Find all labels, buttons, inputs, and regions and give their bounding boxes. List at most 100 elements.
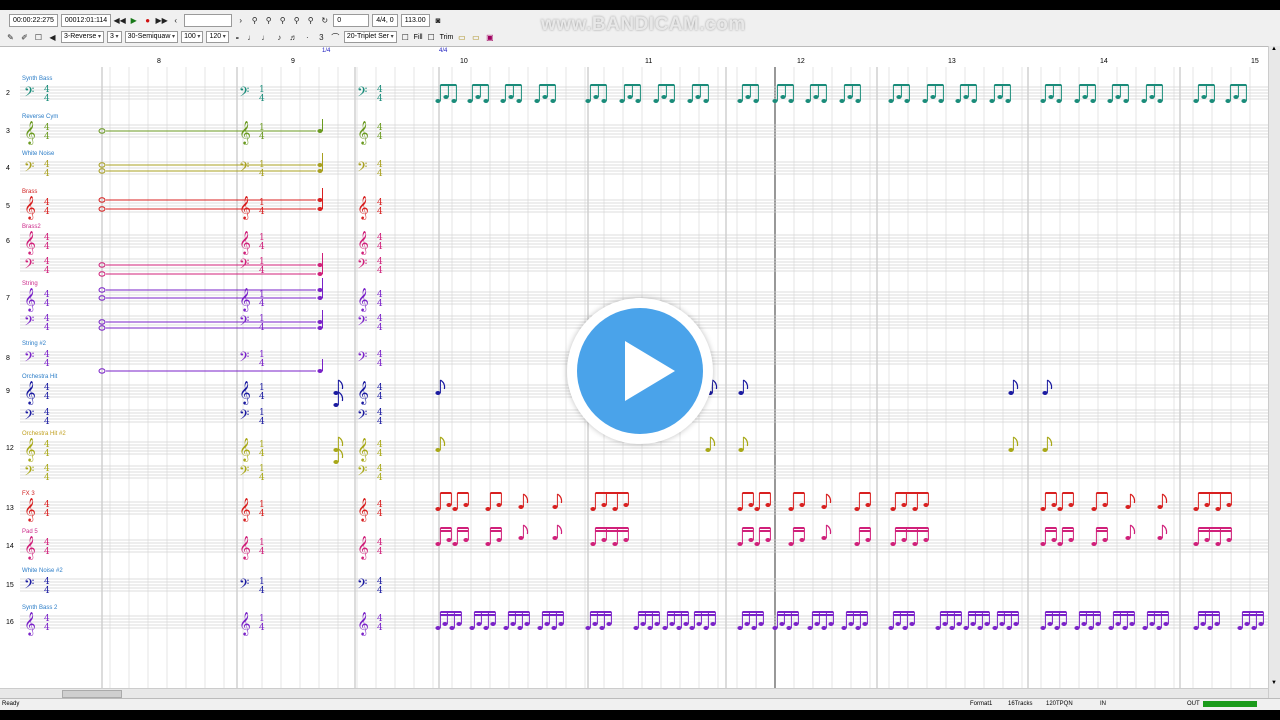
eraser-icon[interactable]: ✐ (19, 32, 30, 43)
tool-icon-5[interactable]: ⚲ (305, 15, 316, 26)
note-head (1040, 507, 1046, 511)
tempo-display[interactable]: 113.00 (400, 13, 430, 27)
note-head (451, 99, 457, 103)
note-head (1005, 99, 1011, 103)
scroll-right-icon[interactable]: › (235, 15, 246, 26)
tool-icon-2[interactable]: ⚲ (263, 15, 274, 26)
time-signature-bottom: 4 (377, 449, 383, 459)
camera-icon[interactable]: ◙ (433, 15, 444, 26)
scroll-up-icon[interactable]: ▲ (1271, 46, 1277, 52)
note-head (1107, 99, 1113, 103)
bass-clef-icon: 𝄢 (357, 349, 367, 368)
status-out: OUT (1187, 701, 1200, 707)
treble-clef-icon: 𝄞 (24, 230, 36, 255)
pencil-icon[interactable]: ✎ (5, 32, 16, 43)
note-head (984, 622, 990, 626)
note-head (942, 622, 948, 626)
vertical-scrollbar[interactable]: ▲ ▼ (1268, 46, 1280, 698)
position-slider[interactable] (184, 13, 233, 27)
time-display[interactable]: 00:00:22:275 (9, 13, 58, 27)
tool-icon-3[interactable]: ⚲ (277, 15, 288, 26)
note-head (687, 99, 693, 103)
track-input[interactable]: 0 (333, 13, 370, 27)
play-icon[interactable]: ▶ (128, 15, 139, 26)
note-head (977, 626, 983, 630)
quarter-note-icon[interactable]: ♩ (260, 32, 271, 43)
note-head (317, 198, 323, 202)
bass-clef-icon: 𝄢 (357, 313, 367, 332)
note-head (1241, 99, 1247, 103)
view-icon-1[interactable]: ▭ (456, 32, 467, 43)
note-head (839, 99, 845, 103)
velocity-select[interactable]: 100 (181, 31, 204, 43)
track-number-label: 3 (6, 128, 10, 135)
note-head (745, 95, 751, 99)
bass-clef-icon: 𝄢 (357, 463, 367, 482)
sixteenth-note-icon[interactable]: ♬ (288, 32, 299, 43)
fill-checkbox-icon[interactable]: ☐ (400, 32, 411, 43)
eighth-note-icon[interactable]: ♪ (274, 32, 285, 43)
note-head (705, 448, 711, 452)
triplet-icon[interactable]: 3 (316, 32, 327, 43)
note-head (1006, 626, 1012, 630)
note-head (1102, 538, 1108, 542)
select-icon[interactable]: ☐ (33, 32, 44, 43)
note-head (669, 99, 675, 103)
tool-icon-1[interactable]: ⚲ (249, 15, 260, 26)
treble-clef-icon: 𝄞 (239, 120, 251, 145)
fast-forward-icon[interactable]: ▶▶ (156, 15, 168, 26)
loop-icon[interactable]: ↻ (319, 15, 330, 26)
note-head (1047, 622, 1053, 626)
view-icon-2[interactable]: ▭ (470, 32, 481, 43)
note-head (1095, 622, 1101, 626)
view-icon-3[interactable]: ▣ (484, 32, 495, 43)
note-head (1008, 391, 1014, 395)
note-head (754, 542, 760, 546)
speaker-icon[interactable]: ◀ (47, 32, 58, 43)
bar-number: 11 (645, 58, 653, 65)
tool-icon-4[interactable]: ⚲ (291, 15, 302, 26)
note-head (737, 507, 743, 511)
note-head (612, 507, 618, 511)
scroll-left-icon[interactable]: ‹ (170, 15, 181, 26)
triplet-select[interactable]: 20-Triplet Ser (343, 31, 397, 43)
meter-display[interactable]: 4/4, 0 (372, 13, 398, 27)
note-flag (1162, 524, 1168, 535)
note-length-select[interactable]: 30-Semiquaw (124, 31, 179, 43)
note-head (938, 99, 944, 103)
note-head (1068, 538, 1074, 542)
whole-note-icon[interactable]: 𝅝 (232, 32, 243, 43)
note-head (1237, 626, 1243, 630)
time-signature-bottom: 4 (44, 207, 50, 217)
dot-icon[interactable]: · (302, 32, 313, 43)
track-number-label: 7 (6, 295, 10, 302)
note-head (1123, 99, 1129, 103)
note-flag (557, 524, 563, 535)
measure-ruler[interactable]: 1/4 4/4 8 9 10 11 12 13 14 15 (0, 46, 1270, 68)
treble-clef-icon: 𝄞 (239, 611, 251, 636)
note-head (847, 95, 853, 99)
half-note-icon[interactable]: ♩ (246, 32, 257, 43)
track-name-label: Brass2 (22, 224, 41, 230)
scrollbar-thumb[interactable] (62, 690, 122, 698)
time-signature-bottom: 4 (377, 299, 383, 309)
note-head (1057, 507, 1063, 511)
note-head (793, 622, 799, 626)
scroll-down-icon[interactable]: ▼ (1271, 680, 1277, 686)
bass-clef-icon: 𝄢 (24, 349, 34, 368)
tie-icon[interactable]: ⌒ (330, 32, 341, 43)
note-head (813, 95, 819, 99)
track-name-label: Orchestra Hit (22, 374, 58, 380)
note-head (748, 503, 754, 507)
video-play-button[interactable] (567, 298, 713, 444)
staff-mode-select[interactable]: 3-Reverse (61, 31, 104, 43)
voices-select[interactable]: 3 (106, 31, 122, 43)
trim-checkbox-icon[interactable]: ☐ (426, 32, 437, 43)
note-head (901, 503, 907, 507)
note-head (1048, 95, 1054, 99)
record-icon[interactable]: ● (142, 15, 153, 26)
note-head (1251, 626, 1257, 630)
position-display[interactable]: 00012:01:114 (60, 13, 112, 27)
gate-select[interactable]: 120 (206, 31, 229, 43)
rewind-icon[interactable]: ◀◀ (114, 15, 126, 26)
